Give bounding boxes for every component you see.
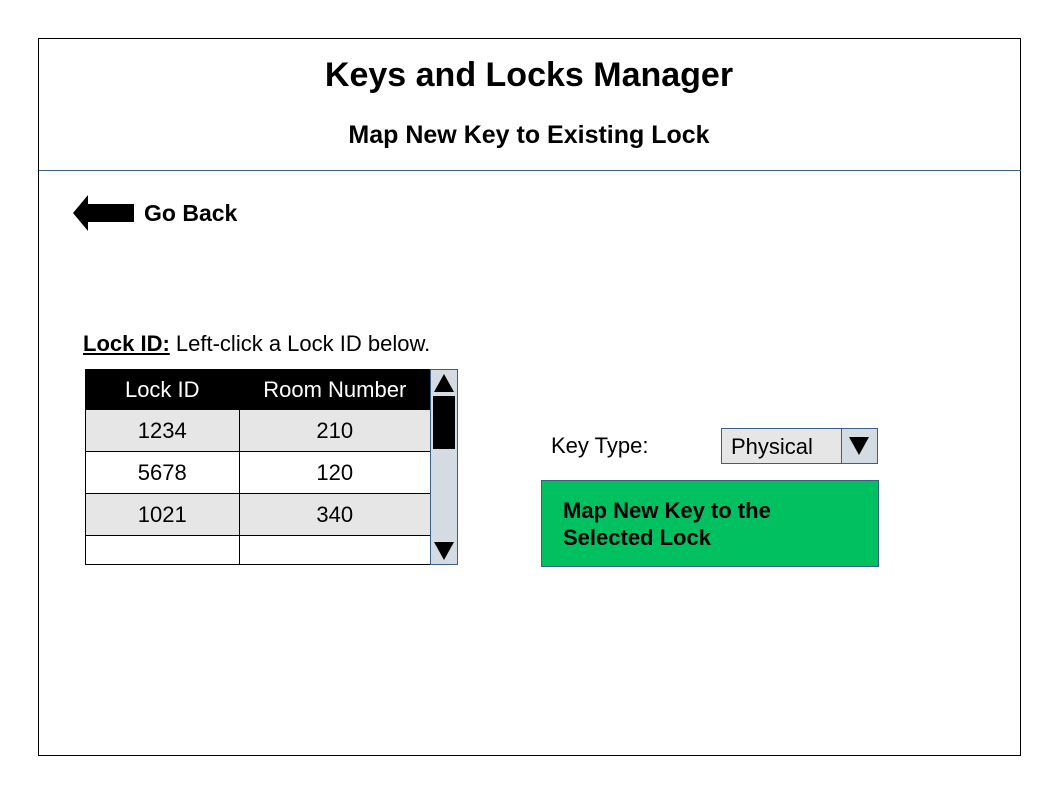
- lock-id-cell[interactable]: 1234: [85, 409, 240, 452]
- key-type-label: Key Type:: [551, 433, 649, 458]
- table-row[interactable]: 5678 120: [85, 451, 432, 494]
- lock-table-container: Lock ID Room Number 1234 210 5678 120 10…: [85, 369, 459, 566]
- page-title: Keys and Locks Manager: [324, 56, 734, 94]
- go-back-label: Go Back: [144, 199, 238, 226]
- header-divider: [39, 170, 1021, 171]
- room-number-cell: [238, 535, 432, 565]
- column-header-room-number: Room Number: [238, 369, 432, 410]
- lock-id-cell[interactable]: 1021: [85, 493, 240, 536]
- map-key-button[interactable]: Map New Key to the Selected Lock: [541, 480, 879, 567]
- room-number-cell: 120: [238, 451, 432, 494]
- lock-id-instruction: Lock ID: Left-click a Lock ID below.: [83, 331, 430, 357]
- scroll-down-icon[interactable]: [433, 540, 455, 562]
- table-row[interactable]: [85, 535, 432, 565]
- lock-id-cell[interactable]: [85, 535, 240, 565]
- key-type-selected-value: Physical: [731, 434, 813, 459]
- table-scrollbar[interactable]: [430, 369, 458, 565]
- dropdown-toggle[interactable]: [841, 429, 877, 463]
- room-number-cell: 340: [238, 493, 432, 536]
- page-subtitle: Map New Key to Existing Lock: [348, 121, 710, 149]
- key-type-dropdown[interactable]: Physical: [721, 428, 878, 464]
- lock-id-hint: Left-click a Lock ID below.: [169, 331, 431, 356]
- table-row[interactable]: 1021 340: [85, 493, 432, 536]
- room-number-cell: 210: [238, 409, 432, 452]
- table-row[interactable]: 1234 210: [85, 409, 432, 452]
- lock-table: Lock ID Room Number 1234 210 5678 120 10…: [85, 369, 432, 565]
- lock-id-cell[interactable]: 5678: [85, 451, 240, 494]
- column-header-lock-id: Lock ID: [85, 369, 240, 410]
- lock-id-label: Lock ID:: [83, 331, 170, 356]
- scroll-thumb[interactable]: [433, 396, 455, 449]
- map-key-button-label: Map New Key to the Selected Lock: [563, 498, 771, 550]
- table-header-row: Lock ID Room Number: [85, 369, 432, 410]
- left-arrow-icon: [73, 194, 135, 232]
- scroll-up-icon[interactable]: [433, 372, 455, 394]
- go-back-button[interactable]: Go Back: [73, 194, 237, 232]
